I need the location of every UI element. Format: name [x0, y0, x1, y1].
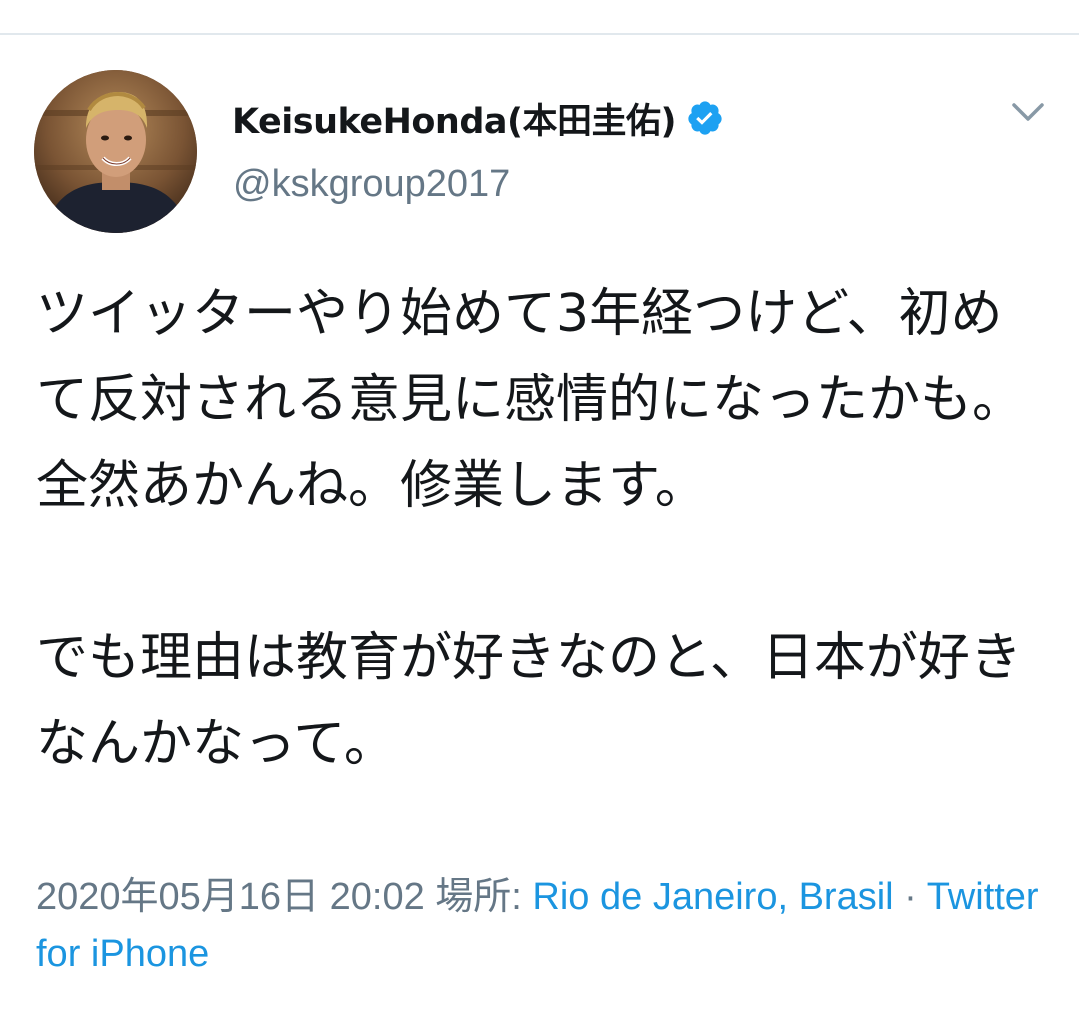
tweet-timestamp[interactable]: 2020年05月16日 20:02 — [36, 876, 425, 918]
author-avatar[interactable] — [34, 70, 197, 233]
tweet-text: ツイッターやり始めて3年経つけど、初めて反対される意見に感情的になったかも。全然… — [36, 284, 1025, 774]
chevron-down-icon[interactable] — [1008, 97, 1048, 127]
meta-separator: · — [904, 876, 917, 918]
location-label: 場所: — [435, 876, 522, 918]
author-display-name[interactable]: KeisukeHonda(本田圭佑) — [232, 93, 676, 144]
verified-badge-icon — [686, 99, 724, 137]
profile-photo — [34, 70, 197, 233]
tweet-location-link[interactable]: Rio de Janeiro, Brasil — [532, 876, 893, 918]
author-name-row[interactable]: KeisukeHonda(本田圭佑) — [232, 93, 724, 143]
author-handle[interactable]: @kskgroup2017 — [233, 163, 510, 206]
tweet-card[interactable]: KeisukeHonda(本田圭佑) @kskgroup2017 ツイッターやり… — [0, 35, 1079, 1017]
tweet-meta: 2020年05月16日 20:02 場所: Rio de Janeiro, Br… — [36, 869, 1046, 983]
